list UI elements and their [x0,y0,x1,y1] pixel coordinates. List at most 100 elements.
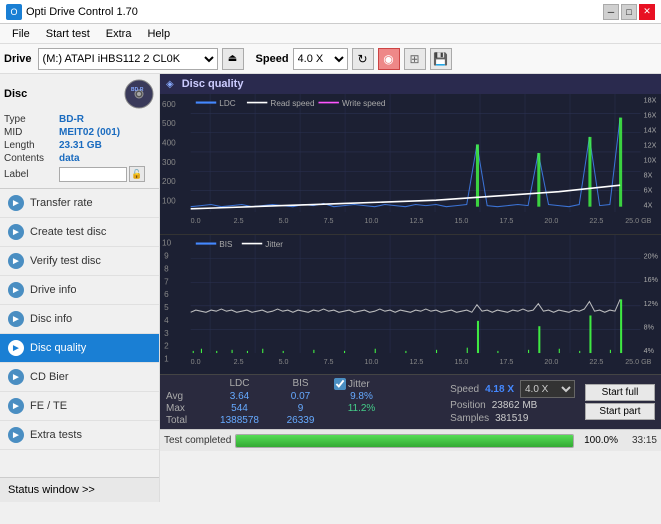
window-controls[interactable]: ─ □ ✕ [603,4,655,20]
speed-label: Speed [256,53,289,65]
avg-jitter: 9.8% [334,391,389,402]
sidebar-item-cd-bier-label: CD Bier [30,371,69,383]
speed-stat-label: Speed [450,384,479,395]
bis-header: BIS [273,378,328,390]
sidebar-item-create-test-disc-label: Create test disc [30,226,106,238]
svg-text:9: 9 [164,250,169,260]
disc-label-label: Label [4,169,59,180]
svg-text:25.0 GB: 25.0 GB [625,356,651,365]
status-window-button[interactable]: Status window >> [0,477,159,502]
menu-file[interactable]: File [4,26,38,42]
speed-select[interactable]: 4.0 X 1.0 X 2.0 X 8.0 X [293,48,348,70]
sidebar-item-create-test-disc[interactable]: ► Create test disc [0,218,159,247]
svg-text:17.5: 17.5 [499,216,513,225]
svg-text:22.5: 22.5 [589,356,603,365]
menubar: File Start test Extra Help [0,24,661,44]
disc-length-label: Length [4,140,59,151]
cd-bier-icon: ► [8,369,24,385]
sidebar-item-extra-tests-label: Extra tests [30,429,82,441]
svg-text:400: 400 [162,137,176,147]
start-part-button[interactable]: Start part [585,403,655,420]
drive-select[interactable]: (M:) ATAPI iHBS112 2 CL0K [38,48,218,70]
svg-text:8X: 8X [644,171,653,180]
samples-row: Samples 381519 [450,413,575,424]
minimize-button[interactable]: ─ [603,4,619,20]
svg-text:300: 300 [162,157,176,167]
menu-help[interactable]: Help [139,26,178,42]
svg-text:16%: 16% [644,275,659,284]
save-button[interactable]: 💾 [430,48,452,70]
compare-button[interactable]: ⊞ [404,48,426,70]
svg-text:LDC: LDC [219,98,235,108]
sidebar-item-disc-info-label: Disc info [30,313,72,325]
speed-row: Speed 4.18 X 4.0 X [450,380,575,398]
svg-text:7.5: 7.5 [324,356,334,365]
svg-text:15.0: 15.0 [454,356,468,365]
disc-contents-label: Contents [4,153,59,164]
status-window-label: Status window >> [8,484,95,496]
svg-text:14X: 14X [644,125,657,134]
svg-text:8: 8 [164,263,169,273]
progress-bar-outer [235,434,574,448]
sidebar-item-disc-quality[interactable]: ► Disc quality [0,334,159,363]
sidebar-item-extra-tests[interactable]: ► Extra tests [0,421,159,450]
svg-text:20.0: 20.0 [544,356,558,365]
jitter-checkbox[interactable] [334,378,346,390]
svg-text:18X: 18X [644,95,657,104]
sidebar-item-fe-te-label: FE / TE [30,400,67,412]
sidebar-item-fe-te[interactable]: ► FE / TE [0,392,159,421]
progress-bar-inner [236,435,573,447]
main-layout: Disc BD-R Type BD-R MID MEIT02 (001) Len… [0,74,661,502]
status-text: Test completed [164,435,231,446]
svg-text:3: 3 [164,327,169,337]
total-bis: 26339 [273,415,328,426]
drive-info-icon: ► [8,282,24,298]
svg-text:12.5: 12.5 [409,216,423,225]
position-label: Position [450,400,486,411]
nav-items: ► Transfer rate ► Create test disc ► Ver… [0,189,159,477]
extra-tests-icon: ► [8,427,24,443]
start-full-button[interactable]: Start full [585,384,655,401]
svg-text:2.5: 2.5 [234,356,244,365]
disc-quality-icon2: ◈ [166,79,174,90]
chart-title: Disc quality [182,78,244,90]
close-button[interactable]: ✕ [639,4,655,20]
max-bis: 9 [273,403,328,414]
svg-text:8%: 8% [644,322,655,331]
disc-label-input[interactable] [59,167,127,182]
svg-text:5.0: 5.0 [279,216,289,225]
sidebar-item-verify-test-disc[interactable]: ► Verify test disc [0,247,159,276]
disc-label-unlock-button[interactable]: 🔓 [129,166,145,182]
scan-button[interactable]: ◉ [378,48,400,70]
maximize-button[interactable]: □ [621,4,637,20]
charts-container: 600 500 400 300 200 100 18X 16X 14X 12X … [160,94,661,374]
action-buttons: Start full Start part [585,384,655,420]
verify-test-disc-icon: ► [8,253,24,269]
sidebar-item-transfer-rate[interactable]: ► Transfer rate [0,189,159,218]
svg-text:6X: 6X [644,186,653,195]
drive-toolbar: Drive (M:) ATAPI iHBS112 2 CL0K ⏏ Speed … [0,44,661,74]
menu-extra[interactable]: Extra [98,26,140,42]
chart-header: ◈ Disc quality [160,74,661,94]
sidebar-item-disc-info[interactable]: ► Disc info [0,305,159,334]
svg-text:10.0: 10.0 [364,356,378,365]
refresh-button[interactable]: ↻ [352,48,374,70]
disc-panel: Disc BD-R Type BD-R MID MEIT02 (001) Len… [0,74,159,189]
menu-start-test[interactable]: Start test [38,26,98,42]
svg-text:Read speed: Read speed [270,98,314,108]
sidebar-item-transfer-rate-label: Transfer rate [30,197,93,209]
disc-mid-field: MID MEIT02 (001) [4,127,155,138]
svg-text:0.0: 0.0 [191,356,201,365]
svg-text:6: 6 [164,289,169,299]
disc-quality-icon: ► [8,340,24,356]
app-title: Opti Drive Control 1.70 [26,6,138,18]
stats-header-row: LDC BIS Jitter [166,378,389,390]
content-area: ◈ Disc quality [160,74,661,502]
disc-panel-title: Disc [4,88,27,100]
speed-stat-select[interactable]: 4.0 X [520,380,575,398]
ldc-header: LDC [212,378,267,390]
eject-button[interactable]: ⏏ [222,48,244,70]
svg-text:2.5: 2.5 [234,216,244,225]
sidebar-item-drive-info[interactable]: ► Drive info [0,276,159,305]
sidebar-item-cd-bier[interactable]: ► CD Bier [0,363,159,392]
